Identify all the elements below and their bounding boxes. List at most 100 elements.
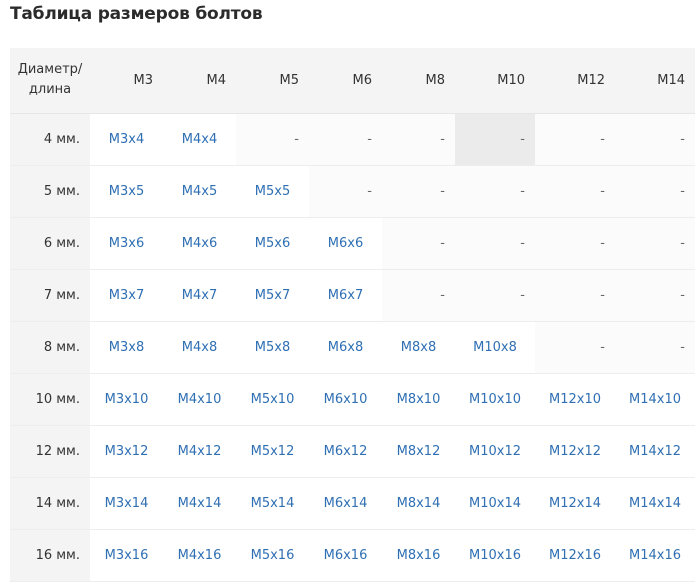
- bolt-size-link[interactable]: M5x16: [236, 529, 309, 582]
- bolt-size-link[interactable]: M4x6: [163, 217, 236, 270]
- empty-size-cell: -: [309, 165, 382, 218]
- empty-size-cell: -: [615, 321, 695, 374]
- table-header-row: Диаметр/ длина M3 M4 M5 M6 M8 M10 M12 M1…: [10, 48, 695, 114]
- bolt-size-link[interactable]: M8x16: [382, 529, 455, 582]
- table-row: 6 мм. M3x6 M4x6 M5x6 M6x6- - - -: [10, 217, 695, 270]
- bolt-size-link[interactable]: M10x14: [455, 477, 535, 530]
- bolt-size-link[interactable]: M6x10: [309, 373, 382, 426]
- bolt-size-link[interactable]: M12x10: [535, 373, 615, 426]
- bolt-size-link[interactable]: M3x12: [90, 425, 163, 478]
- row-length-label: 10 мм.: [10, 373, 90, 426]
- bolt-size-link[interactable]: M6x16: [309, 529, 382, 582]
- corner-label-line2: длина: [28, 82, 72, 98]
- column-header-m5: M5: [236, 48, 309, 114]
- bolt-size-link[interactable]: M6x7: [309, 269, 382, 322]
- bolt-size-link[interactable]: M10x10: [455, 373, 535, 426]
- bolt-size-link[interactable]: M4x10: [163, 373, 236, 426]
- bolt-size-link[interactable]: M12x14: [535, 477, 615, 530]
- empty-size-cell: -: [455, 113, 535, 166]
- column-header-m14: M14: [615, 48, 695, 114]
- bolt-size-link[interactable]: M5x8: [236, 321, 309, 374]
- empty-size-cell: -: [382, 217, 455, 270]
- corner-label-line1: Диаметр/: [17, 62, 83, 78]
- bolt-size-link[interactable]: M12x16: [535, 529, 615, 582]
- empty-size-cell: -: [309, 113, 382, 166]
- bolt-size-link[interactable]: M10x16: [455, 529, 535, 582]
- bolt-size-link[interactable]: M10x8: [455, 321, 535, 374]
- empty-size-cell: -: [615, 217, 695, 270]
- bolt-size-link[interactable]: M5x5: [236, 165, 309, 218]
- bolt-size-link[interactable]: M14x12: [615, 425, 695, 478]
- bolt-size-link[interactable]: M14x10: [615, 373, 695, 426]
- bolt-size-link[interactable]: M8x14: [382, 477, 455, 530]
- empty-size-cell: -: [615, 113, 695, 166]
- empty-size-cell: -: [455, 217, 535, 270]
- bolt-size-link[interactable]: M6x12: [309, 425, 382, 478]
- empty-size-cell: -: [455, 165, 535, 218]
- bolt-size-link[interactable]: M4x12: [163, 425, 236, 478]
- empty-size-cell: -: [615, 165, 695, 218]
- bolt-size-link[interactable]: M4x5: [163, 165, 236, 218]
- bolt-size-link[interactable]: M6x6: [309, 217, 382, 270]
- bolt-size-link[interactable]: M5x10: [236, 373, 309, 426]
- row-length-label: 7 мм.: [10, 269, 90, 322]
- column-header-m8: M8: [382, 48, 455, 114]
- bolt-size-table-container: Диаметр/ длина M3 M4 M5 M6 M8 M10 M12 M1…: [10, 48, 695, 582]
- bolt-size-link[interactable]: M8x8: [382, 321, 455, 374]
- bolt-size-link[interactable]: M14x14: [615, 477, 695, 530]
- bolt-size-link[interactable]: M3x10: [90, 373, 163, 426]
- bolt-size-link[interactable]: M14x16: [615, 529, 695, 582]
- bolt-size-link[interactable]: M5x12: [236, 425, 309, 478]
- column-header-m12: M12: [535, 48, 615, 114]
- page-title: Таблица размеров болтов: [10, 4, 263, 24]
- empty-size-cell: -: [535, 217, 615, 270]
- empty-size-cell: -: [535, 165, 615, 218]
- table-body: 4 мм. M3x4 M4x4- - - - - -5 мм. M3x5 M4x5 M5x5- - - -…: [10, 113, 695, 582]
- bolt-size-link[interactable]: M4x7: [163, 269, 236, 322]
- table-row: 14 мм. M3x14 M4x14 M5x14 M6x14 M8x14 M10x14 M12…: [10, 477, 695, 530]
- bolt-size-link[interactable]: M3x4: [90, 113, 163, 166]
- bolt-size-link[interactable]: M4x14: [163, 477, 236, 530]
- bolt-size-link[interactable]: M4x4: [163, 113, 236, 166]
- table-row: 4 мм. M3x4 M4x4- - - - - -: [10, 113, 695, 166]
- bolt-size-link[interactable]: M10x12: [455, 425, 535, 478]
- table-row: 10 мм. M3x10 M4x10 M5x10 M6x10 M8x10 M10x10 M12…: [10, 373, 695, 426]
- bolt-size-link[interactable]: M3x5: [90, 165, 163, 218]
- bolt-size-link[interactable]: M3x6: [90, 217, 163, 270]
- bolt-size-link[interactable]: M3x8: [90, 321, 163, 374]
- bolt-size-link[interactable]: M12x12: [535, 425, 615, 478]
- table-row: 16 мм. M3x16 M4x16 M5x16 M6x16 M8x16 M10x16 M12…: [10, 529, 695, 582]
- column-header-m4: M4: [163, 48, 236, 114]
- bolt-size-link[interactable]: M3x14: [90, 477, 163, 530]
- bolt-size-link[interactable]: M8x10: [382, 373, 455, 426]
- bolt-size-table: Диаметр/ длина M3 M4 M5 M6 M8 M10 M12 M1…: [10, 48, 695, 582]
- bolt-size-link[interactable]: M5x7: [236, 269, 309, 322]
- row-length-label: 12 мм.: [10, 425, 90, 478]
- bolt-size-link[interactable]: M5x14: [236, 477, 309, 530]
- bolt-size-link[interactable]: M3x16: [90, 529, 163, 582]
- row-length-label: 14 мм.: [10, 477, 90, 530]
- bolt-size-link[interactable]: M4x8: [163, 321, 236, 374]
- row-length-label: 6 мм.: [10, 217, 90, 270]
- row-length-label: 5 мм.: [10, 165, 90, 218]
- empty-size-cell: -: [236, 113, 309, 166]
- table-row: 5 мм. M3x5 M4x5 M5x5- - - - -: [10, 165, 695, 218]
- empty-size-cell: -: [615, 269, 695, 322]
- bolt-size-link[interactable]: M8x12: [382, 425, 455, 478]
- corner-header: Диаметр/ длина: [10, 48, 90, 114]
- bolt-size-link[interactable]: M4x16: [163, 529, 236, 582]
- table-row: 7 мм. M3x7 M4x7 M5x7 M6x7- - - -: [10, 269, 695, 322]
- empty-size-cell: -: [535, 321, 615, 374]
- row-length-label: 4 мм.: [10, 113, 90, 166]
- empty-size-cell: -: [382, 113, 455, 166]
- empty-size-cell: -: [455, 269, 535, 322]
- row-length-label: 16 мм.: [10, 529, 90, 582]
- column-header-m6: M6: [309, 48, 382, 114]
- bolt-size-link[interactable]: M6x8: [309, 321, 382, 374]
- bolt-size-link[interactable]: M6x14: [309, 477, 382, 530]
- empty-size-cell: -: [535, 113, 615, 166]
- bolt-size-link[interactable]: M5x6: [236, 217, 309, 270]
- table-row: 12 мм. M3x12 M4x12 M5x12 M6x12 M8x12 M10x12 M12…: [10, 425, 695, 478]
- bolt-size-link[interactable]: M3x7: [90, 269, 163, 322]
- column-header-m10: M10: [455, 48, 535, 114]
